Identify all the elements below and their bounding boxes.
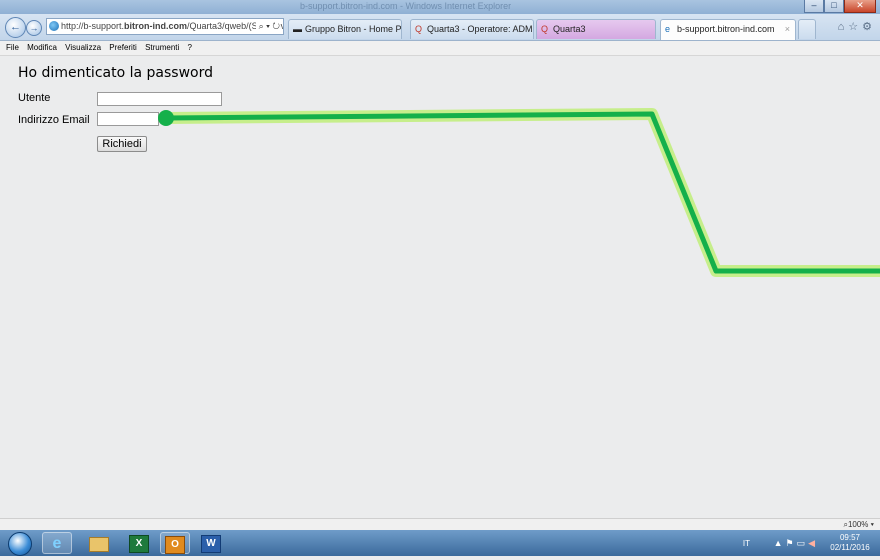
menu-file[interactable]: File xyxy=(6,43,19,52)
page-content: Ho dimenticato la password Utente Indiri… xyxy=(0,56,880,518)
volume-icon[interactable]: ◀ xyxy=(808,538,818,548)
window-title: b-support.bitron-ind.com - Windows Inter… xyxy=(300,1,512,11)
browser-toolbar-icons: ⌂☆⚙ xyxy=(838,20,876,33)
show-hidden-icons-icon[interactable]: ▲ xyxy=(774,538,786,548)
annotation-line xyxy=(158,108,880,277)
network-icon[interactable]: ▭ xyxy=(797,538,809,548)
url-prefix: http://b-support. xyxy=(61,21,125,31)
menu-preferiti[interactable]: Preferiti xyxy=(109,43,137,52)
address-bar[interactable]: http://b-support.bitron-ind.com/Quarta3/… xyxy=(46,18,284,35)
forward-arrow-icon: → xyxy=(29,23,39,33)
ie-icon: e xyxy=(665,24,671,34)
menu-strumenti[interactable]: Strumenti xyxy=(145,43,179,52)
excel-icon[interactable]: X xyxy=(124,532,154,554)
clock[interactable]: 09:57 02/11/2016 xyxy=(828,533,872,553)
menu-modifica[interactable]: Modifica xyxy=(27,43,57,52)
menu-visualizza[interactable]: Visualizza xyxy=(65,43,101,52)
q-icon: Q xyxy=(541,24,549,34)
tab-quarta3-operatore[interactable]: Q Quarta3 - Operatore: ADMINIS... xyxy=(410,19,534,39)
url-domain: bitron-ind.com xyxy=(124,21,188,31)
internet-explorer-icon[interactable]: e xyxy=(42,532,72,554)
address-controls[interactable]: ⌕ ▾ ↻ xyxy=(255,19,280,34)
tab-b-support[interactable]: e b-support.bitron-ind.com × xyxy=(660,19,796,40)
tab-gruppo-bitron[interactable]: ▬ Gruppo Bitron - Home Page xyxy=(288,19,402,39)
navigation-bar: ← → http://b-support.bitron-ind.com/Quar… xyxy=(0,14,880,41)
tab-label: Gruppo Bitron - Home Page xyxy=(305,24,402,34)
minimize-button[interactable]: – xyxy=(804,0,824,13)
annotation-dot xyxy=(158,110,174,126)
annotation-stroke xyxy=(165,111,880,274)
file-explorer-icon[interactable] xyxy=(84,532,114,554)
clock-time: 09:57 xyxy=(839,533,861,542)
maximize-button[interactable]: □ xyxy=(824,0,844,13)
zoom-value: 100% xyxy=(847,520,869,529)
outlook-icon[interactable]: O xyxy=(160,532,190,554)
back-button[interactable]: ← xyxy=(5,17,26,38)
tab-label: b-support.bitron-ind.com xyxy=(677,24,775,34)
tab-close-icon[interactable]: × xyxy=(785,20,790,38)
favorites-star-icon[interactable]: ☆ xyxy=(848,21,862,33)
tab-quarta3[interactable]: Q Quarta3 xyxy=(536,19,656,39)
flag-icon[interactable]: ⚑ xyxy=(785,538,796,548)
back-arrow-icon: ← xyxy=(10,21,21,33)
menu-help[interactable]: ? xyxy=(188,43,192,52)
start-button[interactable] xyxy=(8,532,32,556)
language-indicator[interactable]: IT xyxy=(743,539,750,548)
tab-label: Quarta3 xyxy=(553,24,586,34)
annotation-glow xyxy=(160,108,880,277)
new-tab-button[interactable] xyxy=(798,19,816,39)
window-title-bar: b-support.bitron-ind.com - Windows Inter… xyxy=(0,0,880,14)
page-icon: ▬ xyxy=(293,24,302,34)
tab-label: Quarta3 - Operatore: ADMINIS... xyxy=(427,24,533,34)
close-window-button[interactable]: ✕ xyxy=(844,0,876,13)
gear-icon[interactable]: ⚙ xyxy=(862,21,876,33)
word-icon[interactable]: W xyxy=(196,532,226,554)
forward-button[interactable]: → xyxy=(26,20,42,36)
taskbar: e X O W IT ▲⚑▭◀ 09:57 02/11/2016 xyxy=(0,530,880,556)
home-icon[interactable]: ⌂ xyxy=(838,21,849,33)
ie-page-icon xyxy=(49,21,59,31)
clock-date: 02/11/2016 xyxy=(830,543,870,552)
menu-bar: File Modifica Visualizza Preferiti Strum… xyxy=(0,41,880,56)
q-icon: Q xyxy=(415,24,423,34)
